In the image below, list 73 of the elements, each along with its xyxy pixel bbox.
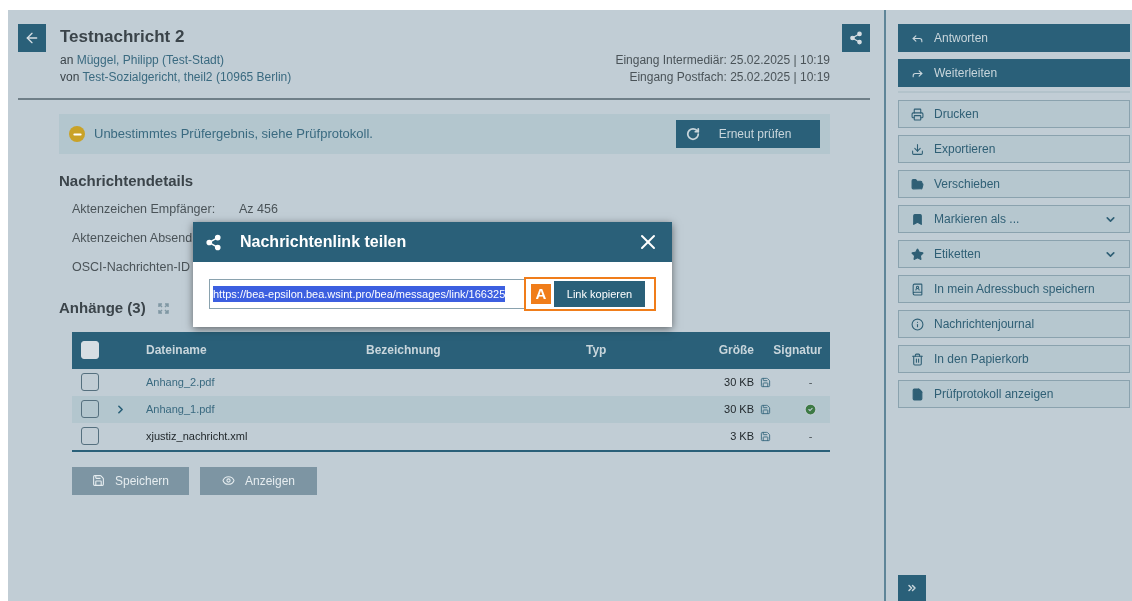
file-name[interactable]: Anhang_2.pdf — [146, 375, 215, 388]
checkbox[interactable] — [81, 427, 99, 445]
column-header: Typ — [586, 342, 608, 359]
dialog-title: Nachrichtenlink teilen — [240, 232, 408, 252]
copy-link-button[interactable]: Link kopieren — [554, 281, 645, 307]
signature-value: - — [808, 428, 813, 444]
attachment-row[interactable]: Anhang_1.pdf 30 KB — [72, 395, 830, 423]
signature-value: - — [808, 374, 813, 390]
sidebar-action-button[interactable]: In mein Adressbuch speichern — [898, 275, 1130, 303]
sidebar-action-button[interactable]: Prüfprotokoll anzeigen — [898, 380, 1130, 408]
file-size: 30 KB — [723, 401, 754, 417]
received-date: Eingang Postfach: 25.02.2025 | 10:19 — [629, 69, 830, 86]
document-icon — [911, 387, 924, 401]
checkbox[interactable] — [81, 373, 99, 391]
double-chevron-icon — [906, 582, 918, 594]
column-header: Größe — [717, 342, 754, 359]
trash-icon — [911, 352, 924, 366]
sidebar-action-button[interactable]: Exportieren — [898, 135, 1130, 163]
info-icon — [911, 317, 924, 331]
checkbox[interactable] — [81, 400, 99, 418]
detail-value: Az 456 — [239, 201, 278, 219]
details-heading: Nachrichtendetails — [59, 171, 195, 191]
address-book-icon — [911, 282, 924, 296]
eye-icon — [221, 474, 235, 487]
sidebar-action-button[interactable]: Nachrichtenjournal — [898, 310, 1130, 338]
save-icon[interactable] — [760, 376, 771, 388]
bookmark-icon — [911, 212, 924, 226]
save-icon[interactable] — [760, 403, 771, 415]
sidebar-action-button[interactable]: Antworten — [898, 24, 1130, 52]
detail-label: OSCI-Nachrichten-ID — [72, 259, 191, 277]
indeterminate-icon — [69, 126, 85, 142]
back-button[interactable] — [18, 24, 46, 52]
link-field[interactable]: https://bea-epsilon.bea.wsint.pro/bea/messages/link/166325 — [209, 279, 526, 309]
star-icon — [911, 247, 924, 261]
sender-prefix: von — [60, 70, 80, 84]
folder-icon — [911, 177, 924, 191]
share-icon — [849, 31, 863, 45]
column-header: Signatur — [772, 342, 823, 359]
sidebar-action-button[interactable]: Weiterleiten — [898, 59, 1130, 87]
expand-sidebar-button[interactable] — [898, 575, 926, 601]
sender-link[interactable]: Test-Sozialgericht, theil2 (10965 Berlin) — [82, 70, 292, 84]
attachments-heading: Anhänge (3) — [59, 298, 146, 318]
column-header: Dateiname — [146, 342, 208, 359]
save-icon — [91, 474, 105, 487]
recheck-button[interactable]: Erneut prüfen — [676, 120, 820, 148]
sidebar-action-button[interactable]: Markieren als ... — [898, 205, 1130, 233]
save-icon[interactable] — [760, 430, 771, 442]
detail-label: Aktenzeichen Absend — [72, 230, 193, 248]
refresh-icon — [686, 127, 700, 141]
file-size: 3 KB — [729, 428, 754, 444]
sidebar-action-button[interactable]: In den Papierkorb — [898, 345, 1130, 373]
share-icon — [205, 233, 222, 251]
notice-text: Unbestimmtes Prüfergebnis, siehe Prüfprotokoll. — [94, 125, 374, 144]
sidebar-action-button[interactable]: Etiketten — [898, 240, 1130, 268]
file-name[interactable]: Anhang_1.pdf — [146, 402, 215, 415]
file-size: 30 KB — [723, 374, 754, 390]
recipient-link[interactable]: Müggel, Philipp (Test-Stadt) — [76, 53, 225, 67]
received-date: Eingang Intermediär: 25.02.2025 | 10:19 — [615, 52, 830, 69]
detail-label: Aktenzeichen Empfänger: — [72, 201, 216, 219]
download-icon — [911, 142, 924, 156]
recipient-prefix: an — [60, 53, 74, 67]
sidebar-action-button[interactable]: Drucken — [898, 100, 1130, 128]
attachment-row[interactable]: xjustiz_nachricht.xml 3 KB - — [72, 422, 830, 450]
expand-icon[interactable] — [157, 302, 169, 314]
file-name: xjustiz_nachricht.xml — [146, 429, 248, 442]
printer-icon — [911, 107, 924, 121]
sidebar-action-button[interactable]: Verschieben — [898, 170, 1130, 198]
attachment-row[interactable]: Anhang_2.pdf 30 KB - — [72, 368, 830, 396]
valid-signature-icon — [804, 402, 817, 416]
annotation-marker: A — [531, 284, 551, 304]
message-title: Testnachricht 2 — [60, 26, 186, 48]
share-button[interactable] — [842, 24, 870, 52]
column-header: Bezeichnung — [366, 342, 442, 359]
